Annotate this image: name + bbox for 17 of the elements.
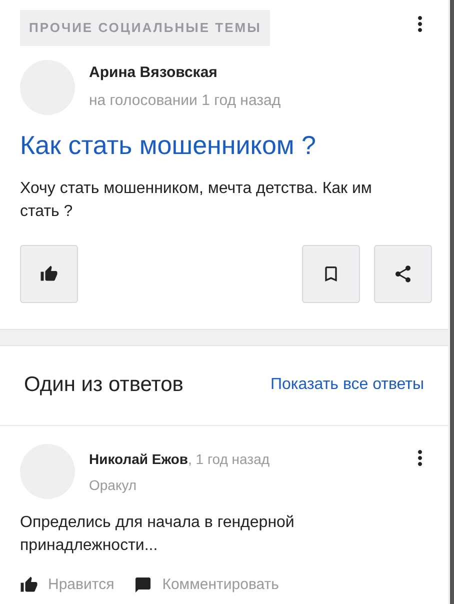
author-name[interactable]: Николай Ежов xyxy=(89,448,188,470)
post-meta: на голосовании 1 год назад xyxy=(89,91,281,111)
section-title: Один из ответов xyxy=(24,372,184,398)
share-button[interactable] xyxy=(374,244,432,302)
comment-icon xyxy=(134,576,152,594)
question-body: Хочу стать мошенником, мечта детства. Как им стать ? xyxy=(20,178,373,222)
show-all-answers-link[interactable]: Показать все ответы xyxy=(270,373,424,397)
bookmark-button[interactable] xyxy=(302,244,360,302)
like-button[interactable] xyxy=(20,244,78,302)
answer-body: Определись для начала в гендерной принадлежности... xyxy=(20,512,296,556)
share-icon xyxy=(393,264,413,284)
question-title[interactable]: Как стать мошенником ? xyxy=(20,128,432,160)
thumbs-up-icon xyxy=(20,576,38,594)
answer-time: , 1 год назад xyxy=(188,450,270,469)
thumbs-up-icon xyxy=(40,264,58,282)
author-rank: Оракул xyxy=(89,476,138,495)
author-name[interactable]: Арина Вязовская xyxy=(89,62,281,84)
